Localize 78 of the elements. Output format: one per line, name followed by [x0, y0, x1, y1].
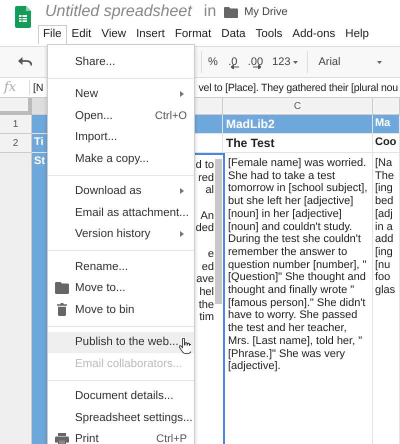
menu-item[interactable]: Edit — [66, 25, 96, 43]
undo-icon — [18, 57, 32, 67]
cell-text-line: glas — [375, 284, 396, 297]
trash-icon — [56, 303, 66, 316]
row-header[interactable]: 2 — [0, 134, 32, 153]
column-header[interactable] — [373, 98, 400, 115]
menu-item[interactable]: Print Ctrl+P — [48, 428, 194, 444]
cell-text-line: d to — [196, 159, 214, 172]
menu-item[interactable]: Version history — [48, 224, 194, 245]
menu-item[interactable]: Move to bin — [48, 299, 194, 320]
cell-text-line: ed — [202, 260, 214, 274]
spreadsheet-logo-icon — [15, 6, 31, 28]
cell-text-line: [adj — [375, 208, 393, 221]
cell-text-line: The — [375, 170, 394, 182]
cell-text-line: [ing — [375, 246, 393, 259]
menu-item[interactable]: Download as — [48, 180, 194, 202]
menu-item[interactable]: Move to... — [48, 278, 194, 299]
right-arrow-icon — [253, 64, 262, 68]
printer-icon — [54, 433, 68, 444]
menu-item[interactable]: View — [96, 25, 132, 43]
formula-text: [N — [33, 82, 44, 94]
scrollbar-thumb[interactable] — [215, 159, 222, 304]
menu-item[interactable]: Data — [216, 25, 251, 43]
menu-item[interactable]: Rename... — [48, 256, 194, 278]
table-cell: MadLib2 — [223, 115, 373, 134]
folder-icon — [224, 6, 238, 18]
cell-text-line: the — [198, 298, 214, 312]
menu-item[interactable]: Tools — [250, 25, 288, 43]
cell-text-line: [Na — [375, 157, 392, 170]
formula-text: vel to [Place]. They gathered their [plural nou — [198, 82, 398, 94]
folder-link[interactable]: My Drive — [244, 6, 288, 18]
document-title[interactable]: Untitled spreadsheet — [45, 3, 192, 21]
caret-icon — [293, 60, 298, 64]
formula-label: fx — [0, 80, 30, 95]
number-format-button[interactable]: 123 — [272, 56, 298, 68]
table-cell: The Test — [223, 134, 373, 153]
cell-text-line: al — [205, 184, 214, 198]
menu-item[interactable]: New — [48, 84, 194, 105]
table-cell: [Female name] was worried. She had to take a test tomorrow in [school subject], but she left her [adjective] [noun] in her [adjective] [noun] and couldn't study. During the test she couldn't remember the answer to question number [number], "[Question]" She thought and thought and finally wrote "[famous person]." She didn't have to worry. She passed the test and her teacher, Mrs. [Last name], told her, "[Phrase.]" She was very [adjective]. — [223, 153, 373, 444]
cell-text-line: hel — [199, 286, 214, 299]
cell-text-line: An — [200, 210, 214, 222]
cell-text-line: [nu — [375, 258, 390, 272]
menu-item[interactable]: Help — [340, 25, 374, 43]
menu-item[interactable]: Email as attachment... — [48, 202, 194, 224]
menu-item[interactable]: Spreadsheet settings... — [48, 407, 194, 428]
left-arrow-icon — [230, 64, 239, 68]
decrease-decimals-button[interactable]: .0 — [226, 56, 239, 68]
menu-item[interactable]: Document details... — [48, 386, 194, 407]
table-cell: Coo — [373, 134, 400, 153]
cell-text-line: add — [375, 233, 394, 246]
location-label: in — [204, 3, 216, 21]
menu-item[interactable]: Publish to the web... — [48, 332, 194, 353]
row-header[interactable] — [0, 153, 32, 444]
menu-item[interactable]: Add-ons — [287, 25, 340, 43]
cell-text-line: [ing — [375, 182, 393, 196]
cell-text-line: in a — [375, 220, 393, 234]
font-dropdown[interactable]: Arial — [307, 51, 400, 73]
cell-text-line: e — [208, 248, 214, 260]
cell-text-line: tim — [199, 311, 214, 324]
percent-button[interactable]: % — [208, 56, 218, 68]
hand-cursor-icon — [179, 338, 191, 354]
caret-icon — [377, 60, 382, 64]
folder-icon — [54, 282, 68, 294]
cell-text-line: red — [198, 172, 214, 184]
menu-item[interactable]: Format — [170, 25, 216, 43]
cell-text-line: ded — [196, 222, 214, 236]
column-header[interactable]: C — [223, 98, 373, 115]
row-header[interactable]: 1 — [0, 115, 32, 134]
menu-item[interactable]: Open... Ctrl+O — [48, 105, 194, 126]
menu-item[interactable]: File — [38, 24, 67, 44]
cell-text-line: ave — [196, 273, 214, 286]
table-cell: Ma — [373, 115, 400, 134]
menu-item[interactable]: Insert — [131, 25, 170, 43]
corner-cell[interactable] — [0, 98, 32, 115]
increase-decimals-button[interactable]: .00 — [248, 56, 264, 68]
menu-item[interactable]: Share... — [48, 51, 194, 72]
cell-text-line: bed — [375, 195, 394, 208]
cell-text-line: foo — [375, 271, 390, 284]
